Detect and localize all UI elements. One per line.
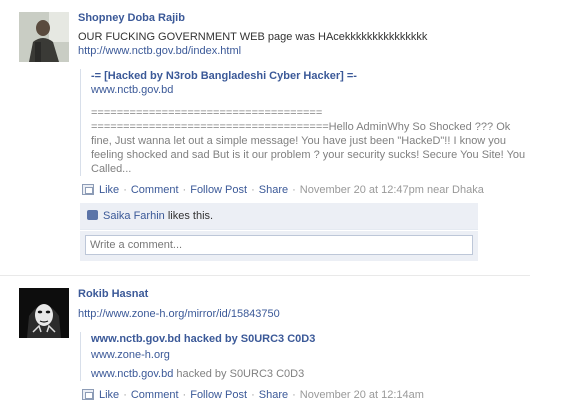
attachment-title[interactable]: www.nctb.gov.bd hacked by S0URC3 C0D3 <box>91 332 530 346</box>
attachment-description: www.nctb.gov.bd hacked by S0URC3 C0D3 <box>91 367 530 381</box>
post-message: OUR FUCKING GOVERNMENT WEB page was HAce… <box>78 31 428 43</box>
post-actions: Like · Comment · Follow Post · Share · November … <box>82 183 484 197</box>
attachment-caption[interactable]: www.nctb.gov.bd <box>91 83 530 97</box>
post-link[interactable]: http://www.nctb.gov.bd/index.html <box>78 44 530 58</box>
feed-story-2: Rokib Hasnat http://www.zone-h.org/mirro… <box>0 277 530 407</box>
comment-link[interactable]: Comment <box>131 389 179 401</box>
feed-story-1: Shopney Doba Rajib OUR FUCKING GOVERNMEN… <box>0 0 530 276</box>
avatar[interactable] <box>19 288 69 338</box>
liker-name[interactable]: Saika Farhin <box>103 210 165 222</box>
share-link[interactable]: Share <box>259 184 288 196</box>
timestamp[interactable]: November 20 at 12:47pm near Dhaka <box>300 184 484 196</box>
attachment-title[interactable]: -= [Hacked by N3rob Bangladeshi Cyber Ha… <box>91 69 530 83</box>
post-actions: Like · Comment · Follow Post · Share · November … <box>82 388 424 402</box>
attachment-desc-text: hacked by S0URC3 C0D3 <box>176 368 305 380</box>
anonymous-mask-icon <box>19 288 69 338</box>
avatar[interactable] <box>19 12 69 62</box>
attachment-caption[interactable]: www.zone-h.org <box>91 348 530 362</box>
attachment-desc-link[interactable]: www.nctb.gov.bd <box>91 368 173 380</box>
like-link[interactable]: Like <box>99 389 119 401</box>
attachment-description-line1: ==================================== <box>91 107 323 119</box>
author-name[interactable]: Rokib Hasnat <box>78 288 530 300</box>
timestamp[interactable]: November 20 at 12:14am <box>300 389 424 401</box>
link-attachment: www.nctb.gov.bd hacked by S0URC3 C0D3 ww… <box>80 332 530 381</box>
thumbs-up-icon <box>87 210 98 220</box>
link-attachment: -= [Hacked by N3rob Bangladeshi Cyber Ha… <box>80 69 530 176</box>
likes-suffix: likes this. <box>167 210 214 222</box>
attachment-description-rest: =====================================Hel… <box>91 121 526 175</box>
author-name[interactable]: Shopney Doba Rajib <box>78 12 530 24</box>
comment-input[interactable]: Write a comment... <box>85 235 473 255</box>
profile-photo <box>19 12 69 62</box>
comment-link[interactable]: Comment <box>131 184 179 196</box>
share-link[interactable]: Share <box>259 389 288 401</box>
post-type-icon <box>82 184 94 195</box>
post-type-icon <box>82 389 94 400</box>
follow-post-link[interactable]: Follow Post <box>190 389 247 401</box>
comment-composer: Write a comment... <box>80 231 478 261</box>
likes-sentence: Saika Farhin likes this. <box>80 203 478 230</box>
like-link[interactable]: Like <box>99 184 119 196</box>
post-link[interactable]: http://www.zone-h.org/mirror/id/15843750 <box>78 307 530 321</box>
follow-post-link[interactable]: Follow Post <box>190 184 247 196</box>
attachment-description: ==================================== ===… <box>91 106 530 176</box>
